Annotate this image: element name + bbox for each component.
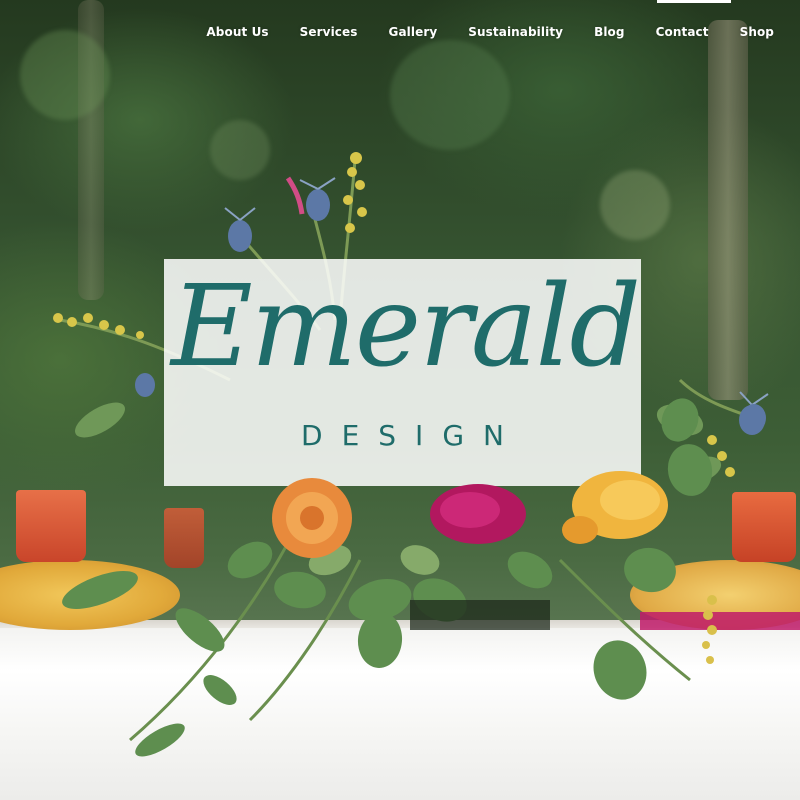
nav-item-about-us[interactable]: About Us [206,25,268,39]
logo-script-text: Emerald [170,262,641,392]
nav-item-services[interactable]: Services [300,25,358,39]
nav-active-indicator [657,0,731,3]
logo-panel: Emerald DESIGN [164,259,641,486]
nav-item-sustainability[interactable]: Sustainability [468,25,563,39]
logo-subtitle: DESIGN [301,419,523,452]
main-nav: About Us Services Gallery Sustainability… [175,0,800,64]
nav-item-contact[interactable]: Contact [656,25,709,39]
homepage: Emerald DESIGN About Us Services Gallery… [0,0,800,800]
nav-item-gallery[interactable]: Gallery [389,25,438,39]
nav-item-blog[interactable]: Blog [594,25,625,39]
nav-item-shop[interactable]: Shop [740,25,774,39]
